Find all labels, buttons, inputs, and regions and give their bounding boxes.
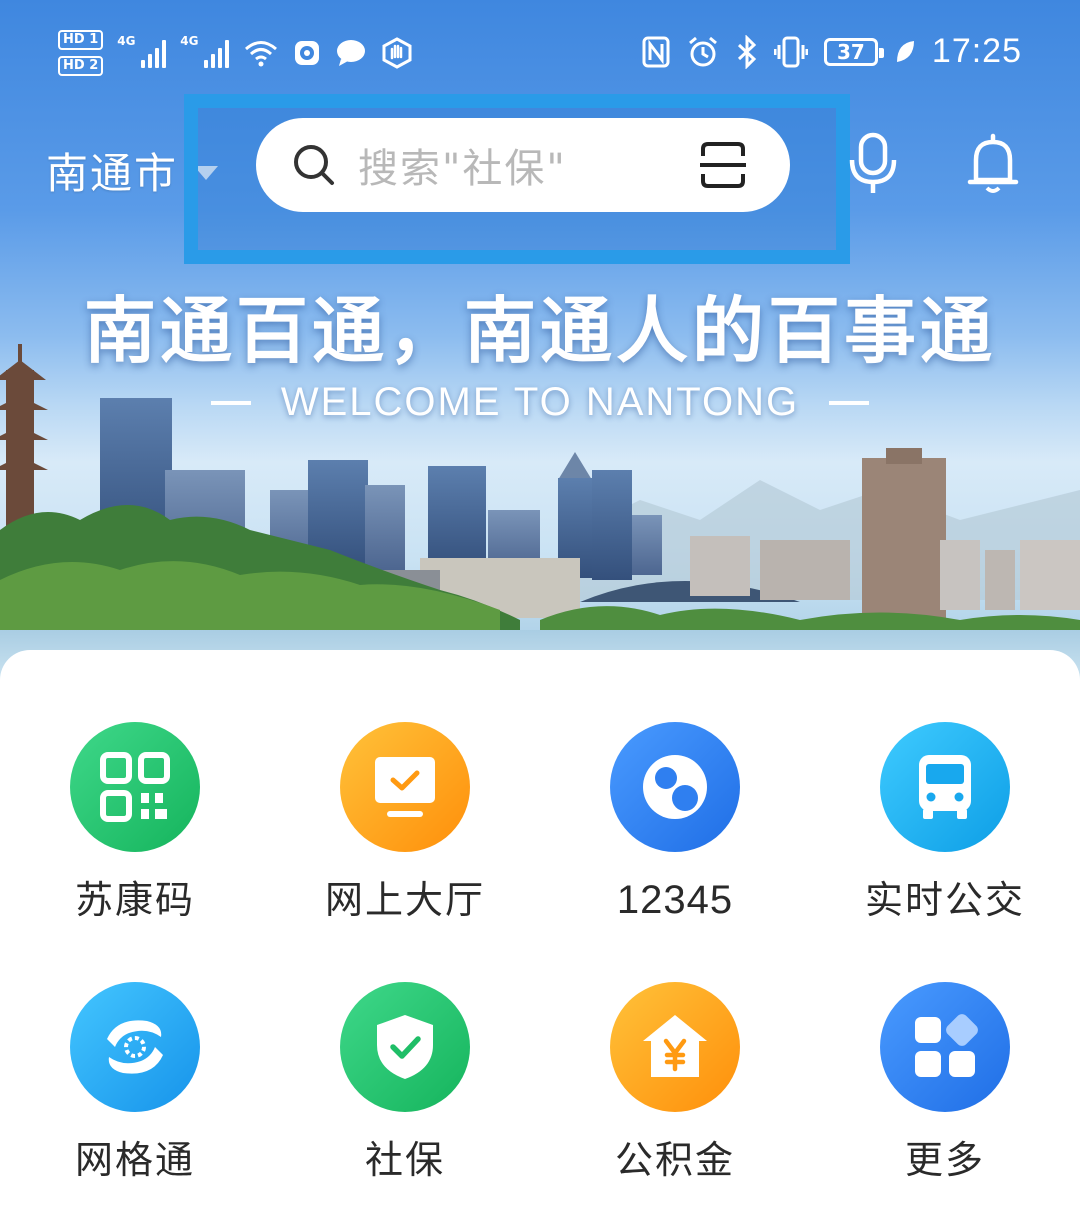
service-grid-tong[interactable]: 网格通 — [0, 982, 270, 1182]
city-label: 南通市 — [46, 149, 179, 198]
hand-icon — [382, 37, 412, 69]
service-label: 公积金 — [614, 1138, 735, 1182]
camera-notify-icon — [295, 41, 320, 65]
qr-code-icon — [70, 722, 200, 852]
vibrate-icon — [773, 36, 808, 67]
welcome-text: WELCOME TO NANTONG — [280, 380, 800, 424]
service-label: 实时公交 — [864, 878, 1025, 922]
service-sukangma[interactable]: 苏康码 — [0, 722, 270, 922]
status-bar-right: 37 17:25 — [642, 32, 1022, 71]
wifi-icon — [245, 41, 278, 67]
services-grid: 苏康码 网上大厅 12345 实时公交 网格通 社保 公积金 更多 — [0, 722, 1080, 1182]
shield-check-icon — [340, 982, 470, 1112]
sim2-hd-badge: HD 2 — [58, 56, 104, 76]
service-label: 更多 — [904, 1138, 985, 1182]
leaf-icon — [896, 40, 914, 62]
nfc-icon — [642, 36, 670, 67]
bluetooth-icon — [737, 34, 757, 69]
search-icon — [294, 145, 334, 185]
service-label: 网格通 — [74, 1138, 195, 1182]
bell-icon[interactable] — [966, 132, 1020, 196]
service-more[interactable]: 更多 — [810, 982, 1080, 1182]
signal-strength-icon: 4G — [117, 34, 167, 68]
clock: 17:25 — [931, 32, 1022, 70]
service-12345[interactable]: 12345 — [540, 722, 810, 922]
grid-swirl-icon — [70, 982, 200, 1112]
microphone-icon[interactable] — [846, 132, 900, 196]
search-input[interactable]: 搜索"社保" — [256, 118, 790, 212]
status-bar: HD 1 HD 2 4G 4G 37 17:25 — [0, 22, 1080, 92]
apps-grid-icon — [880, 982, 1010, 1112]
service-social-security[interactable]: 社保 — [270, 982, 540, 1182]
banner-welcome: WELCOME TO NANTONG — [0, 380, 1080, 425]
service-label: 网上大厅 — [324, 878, 485, 922]
service-label: 社保 — [364, 1138, 445, 1182]
network-type-2: 4G — [180, 34, 199, 48]
sim1-hd-badge: HD 1 — [58, 30, 104, 50]
monitor-check-icon — [340, 722, 470, 852]
bus-icon — [880, 722, 1010, 852]
service-housing-fund[interactable]: 公积金 — [540, 982, 810, 1182]
scan-icon[interactable] — [698, 140, 748, 190]
service-realtime-bus[interactable]: 实时公交 — [810, 722, 1080, 922]
banner-slogan: 南通百通，南通人的百事通 — [83, 289, 996, 373]
sim-indicators: HD 1 HD 2 — [58, 30, 104, 76]
search-placeholder: 搜索"社保" — [358, 146, 567, 192]
service-label: 苏康码 — [74, 878, 195, 922]
welcome-dash-left — [210, 400, 251, 405]
welcome-dash-right — [829, 400, 870, 405]
hotline-bubble-icon — [610, 722, 740, 852]
services-panel: 苏康码 网上大厅 12345 实时公交 网格通 社保 公积金 更多 — [0, 650, 1080, 1223]
network-type-1: 4G — [117, 34, 136, 48]
status-bar-left: HD 1 HD 2 4G 4G — [58, 30, 413, 76]
chat-notify-icon — [337, 40, 366, 66]
alarm-icon — [688, 36, 717, 66]
service-online-hall[interactable]: 网上大厅 — [270, 722, 540, 922]
house-yen-icon — [610, 982, 740, 1112]
signal-strength-icon-2: 4G — [180, 34, 230, 68]
battery-indicator: 37 — [823, 37, 884, 66]
service-label: 12345 — [616, 878, 734, 922]
